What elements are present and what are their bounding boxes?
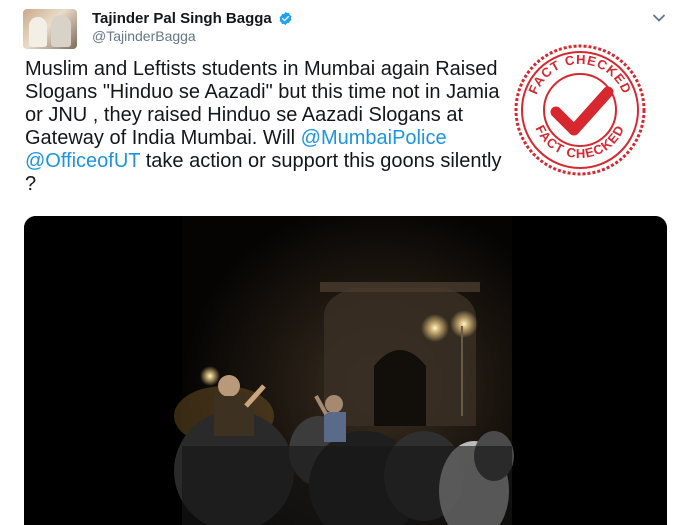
mention-office-of-ut[interactable]: @OfficeofUT — [25, 150, 140, 172]
tweet-card: Tajinder Pal Singh Bagga @TajinderBagga … — [0, 0, 700, 525]
video-frame — [24, 216, 667, 525]
avatar-person-1 — [29, 17, 47, 47]
author-name[interactable]: Tajinder Pal Singh Bagga — [92, 10, 272, 27]
author-row: Tajinder Pal Singh Bagga — [92, 10, 293, 27]
tweet-text-fragment: Gateway of India Mumbai. Will — [25, 127, 301, 149]
fact-checked-stamp: FACT CHECKED FACT CHECKED — [514, 44, 646, 176]
mention-mumbai-police[interactable]: @MumbaiPolice — [301, 127, 447, 149]
check-mark-icon — [550, 86, 614, 136]
avatar[interactable] — [23, 9, 77, 49]
avatar-person-2 — [51, 15, 71, 47]
tweet-text-fragment: take action or support this goons silent… — [140, 150, 502, 172]
tweet-video[interactable] — [24, 216, 667, 525]
author-handle[interactable]: @TajinderBagga — [92, 28, 196, 44]
verified-badge-icon — [279, 11, 292, 26]
chevron-down-icon[interactable] — [651, 10, 667, 26]
